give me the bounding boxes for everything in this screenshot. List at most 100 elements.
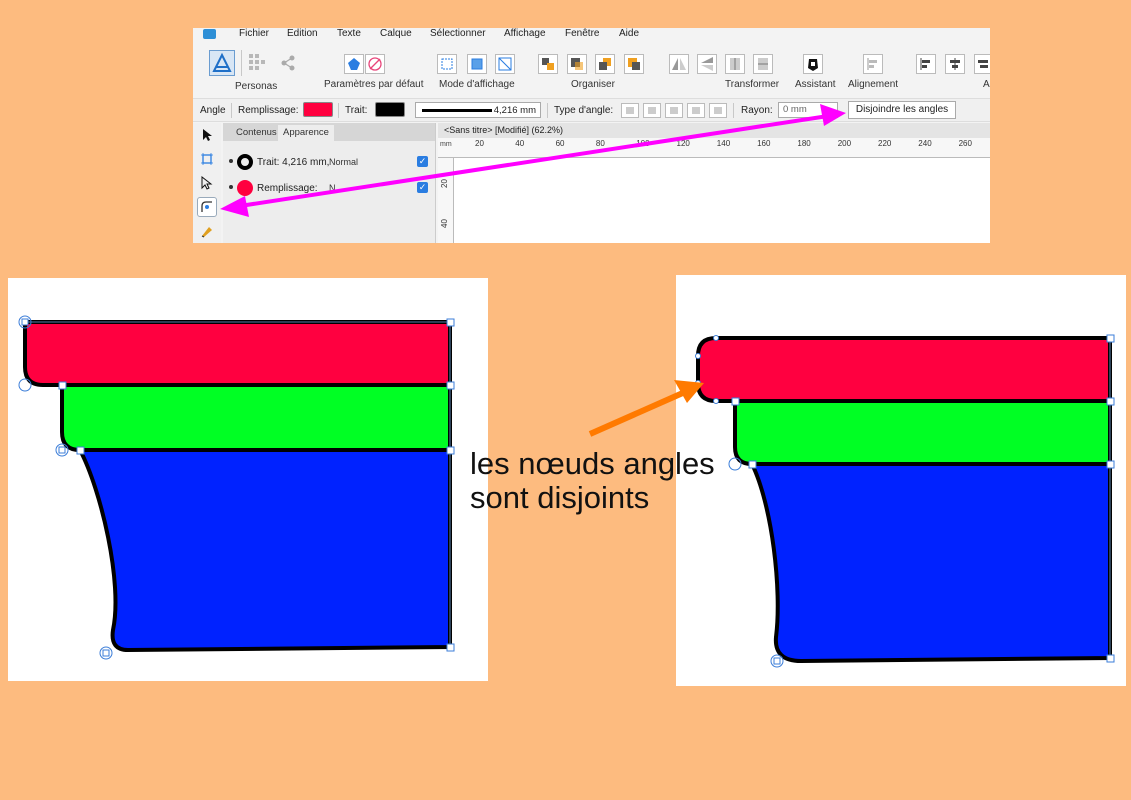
menu-edition[interactable]: Edition: [287, 28, 318, 40]
align-center-icon[interactable]: [945, 54, 965, 74]
vertical-ruler: 20 40: [438, 158, 454, 243]
ruler-tick-label: 80: [595, 139, 605, 148]
context-separator: [547, 103, 548, 118]
stroke-label: Trait:: [345, 105, 368, 116]
menu-selectionner[interactable]: Sélectionner: [430, 28, 486, 40]
defaults-reset-icon[interactable]: [365, 54, 385, 74]
app-window: Fichier Edition Texte Calque Sélectionne…: [193, 28, 990, 243]
transform-icon[interactable]: [725, 54, 745, 74]
tab-apparence[interactable]: Apparence: [278, 125, 334, 141]
document-tab[interactable]: <Sans titre> [Modifié] (62.2%): [438, 123, 990, 138]
ruler-tick-label: 220: [878, 139, 892, 148]
context-separator: [338, 103, 339, 118]
corner-inset-icon[interactable]: [709, 103, 727, 118]
ruler-tick-label: 20: [475, 139, 484, 148]
menu-affichage[interactable]: Affichage: [504, 28, 546, 40]
stroke-row[interactable]: Trait: 4,216 mm, Normal ✓: [229, 153, 429, 173]
app-icon[interactable]: [203, 29, 216, 39]
corner-straight-icon[interactable]: [687, 103, 705, 118]
tab-contenus[interactable]: Contenus: [231, 125, 282, 141]
before-panel: [8, 278, 488, 681]
arrange-icon[interactable]: [624, 54, 644, 74]
stroke-row-mode: Normal: [329, 157, 359, 167]
panel-tabs: Contenus Apparence: [223, 123, 435, 141]
transform-label: Transformer: [725, 79, 780, 90]
ruler-tick-label: 100: [636, 139, 650, 148]
context-tool-label: Angle: [200, 105, 226, 116]
menu-texte[interactable]: Texte: [337, 28, 361, 40]
ruler-tick-label: 120: [676, 139, 690, 148]
transform-icon[interactable]: [753, 54, 773, 74]
before-shape: [23, 320, 452, 653]
corner-tool-icon[interactable]: [197, 197, 217, 217]
node-tool-icon[interactable]: [197, 173, 217, 193]
bullet-icon: [229, 159, 233, 163]
align-left-icon[interactable]: [916, 54, 936, 74]
defaults-label: Paramètres par défaut: [324, 79, 424, 90]
after-shape: [696, 336, 1112, 664]
appearance-panel: Contenus Apparence Trait: 4,216 mm, Norm…: [223, 123, 436, 243]
ruler-tick-label: 40: [515, 139, 525, 148]
ruler-tick-label: 180: [797, 139, 811, 148]
personas-label: Personas: [235, 81, 278, 92]
context-separator: [733, 103, 734, 118]
transform-icon[interactable]: [669, 54, 689, 74]
corner-round-icon[interactable]: [643, 103, 661, 118]
stroke-width-value: 4,216 mm: [493, 105, 536, 116]
stroke-visible-checkbox[interactable]: ✓: [417, 156, 428, 167]
fill-label: Remplissage:: [238, 105, 299, 116]
corner-none-icon[interactable]: [621, 103, 639, 118]
arrange-icon[interactable]: [567, 54, 587, 74]
after-panel: [676, 275, 1126, 686]
fill-visible-checkbox[interactable]: ✓: [417, 182, 428, 193]
view-mode-icon[interactable]: [495, 54, 515, 74]
arrange-icon[interactable]: [538, 54, 558, 74]
menu-fenetre[interactable]: Fenêtre: [565, 28, 599, 40]
corner-concave-icon[interactable]: [665, 103, 683, 118]
annotation-line-2: sont disjoints: [470, 480, 650, 515]
document-canvas[interactable]: [454, 158, 990, 243]
fill-swatch[interactable]: [303, 102, 333, 117]
toolbar-separator: [241, 50, 242, 76]
alignment-label: Alignement: [848, 79, 899, 90]
grid-icon[interactable]: [249, 54, 265, 70]
transform-icon[interactable]: [697, 54, 717, 74]
ruler-tick-label: 60: [555, 139, 565, 148]
context-toolbar: Angle Remplissage: Trait: 4,216 mm Type …: [193, 98, 990, 122]
horizontal-ruler: mm 20 40 60 80 100 120 140 160 180 200 220 240 260: [438, 138, 990, 158]
move-tool-icon[interactable]: [197, 125, 217, 145]
ruler-tick-label: 20: [440, 179, 449, 188]
fill-row[interactable]: Remplissage: N ✓: [229, 179, 429, 199]
align-right-icon[interactable]: [974, 54, 990, 74]
assistant-icon[interactable]: [803, 54, 823, 74]
menu-calque[interactable]: Calque: [380, 28, 412, 40]
detach-corners-button[interactable]: Disjoindre les angles: [848, 101, 956, 119]
radius-field[interactable]: 0 mm: [778, 102, 838, 118]
pen-tool-icon[interactable]: [197, 221, 217, 241]
ruler-tick-label: 40: [440, 219, 449, 228]
arrange-icon[interactable]: [595, 54, 615, 74]
defaults-icon[interactable]: [344, 54, 364, 74]
personas-icon[interactable]: [209, 50, 235, 76]
stroke-row-text: Trait: 4,216 mm,: [257, 157, 330, 168]
menu-aide[interactable]: Aide: [619, 28, 639, 40]
stroke-width-field[interactable]: 4,216 mm: [415, 102, 541, 118]
share-icon[interactable]: [280, 55, 296, 71]
radius-value: 0 mm: [783, 104, 807, 115]
view-mode-icon[interactable]: [467, 54, 487, 74]
alignment-icon[interactable]: [863, 54, 883, 74]
ruler-tick-label: 140: [716, 139, 731, 148]
stroke-swatch[interactable]: [375, 102, 405, 117]
menu-fichier[interactable]: Fichier: [239, 28, 269, 40]
ruler-tick-label: 200: [837, 139, 852, 148]
view-mode-icon[interactable]: [437, 54, 457, 74]
corner-type-label: Type d'angle:: [554, 105, 614, 116]
artboard-tool-icon[interactable]: [197, 149, 217, 169]
ruler-tick-label: 160: [757, 139, 771, 148]
stroke-ring-icon: [237, 154, 253, 170]
ruler-unit: mm: [440, 141, 452, 148]
annotation-caption: les nœuds angles sont disjoints: [470, 447, 715, 515]
radius-label: Rayon:: [741, 105, 773, 116]
arrange-label: Organiser: [571, 79, 615, 90]
stroke-preview-line: [422, 109, 492, 112]
